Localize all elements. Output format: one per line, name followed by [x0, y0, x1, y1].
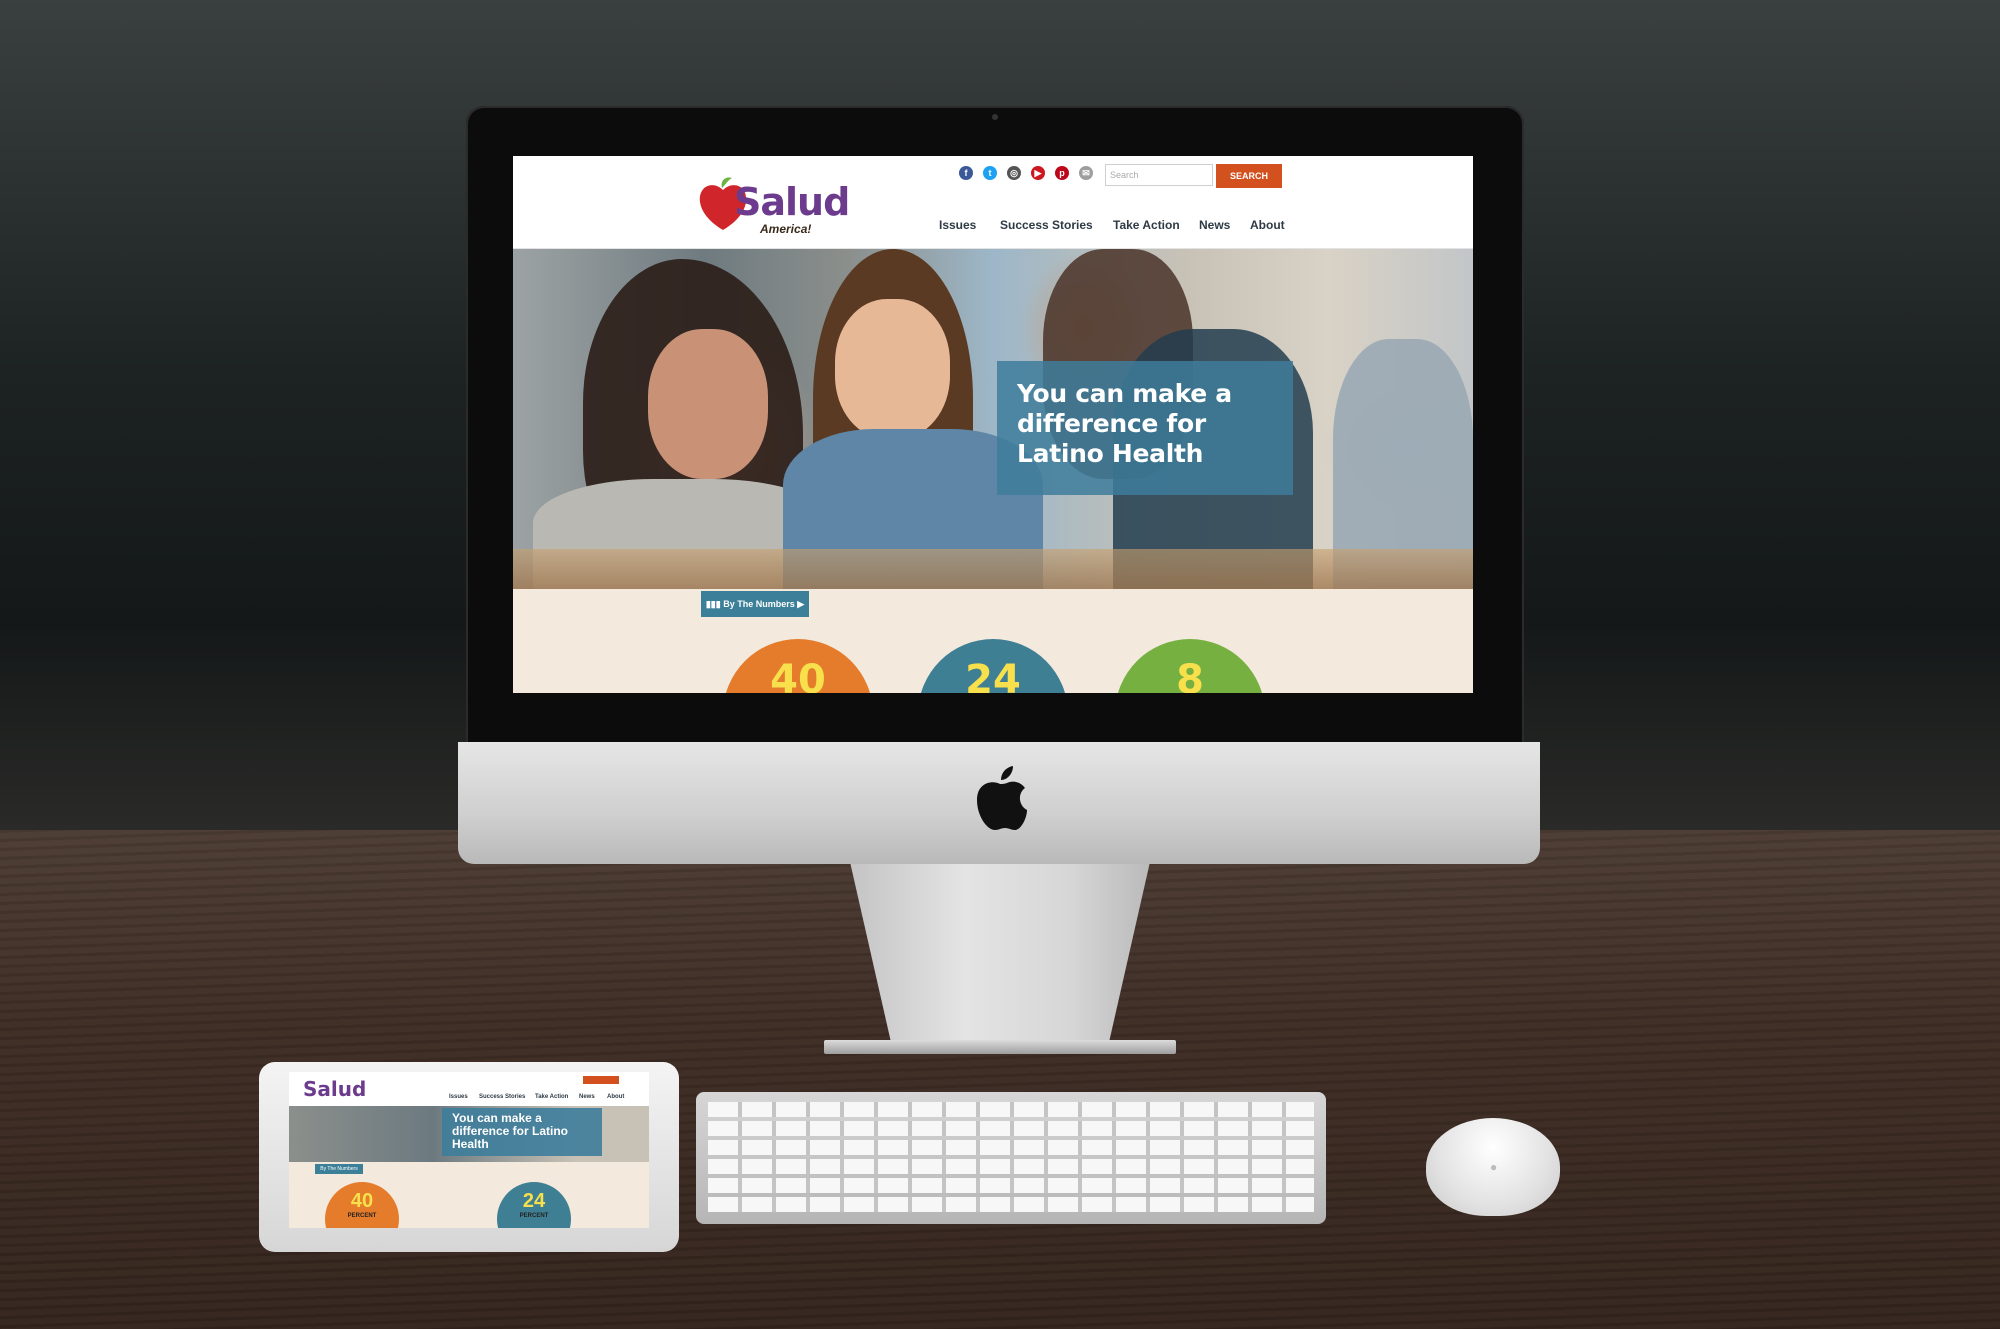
by-the-numbers-label: By The Numbers: [723, 599, 795, 609]
bar-chart-icon: ▮▮▮: [705, 599, 724, 609]
ipad-stat-label: PERCENT: [519, 1213, 549, 1219]
hero-banner: You can make a difference for Latino Hea…: [513, 249, 1473, 589]
ipad-stat-label: PERCENT: [347, 1213, 377, 1219]
email-icon[interactable]: ✉: [1079, 166, 1093, 180]
nav-take-action[interactable]: Take Action: [1113, 218, 1180, 232]
ipad-logo-text[interactable]: Salud: [303, 1077, 366, 1101]
hero-photo-face: [648, 329, 768, 479]
keyboard-keys: [708, 1102, 1314, 1214]
ipad-nav-take-action[interactable]: Take Action: [535, 1094, 568, 1100]
ipad-numbers-section: By The Numbers 40 PERCENT 24 PERCENT: [289, 1162, 649, 1228]
facebook-icon[interactable]: f: [959, 166, 973, 180]
keyboard: [696, 1092, 1326, 1224]
stat-circle[interactable]: 40: [723, 639, 873, 693]
by-the-numbers-section: ▮▮▮ By The Numbers ▶ 40 24 8: [513, 589, 1473, 693]
stat-value: 40: [770, 657, 826, 693]
camera-icon: [992, 114, 998, 120]
hero-photo-face: [835, 299, 950, 439]
by-the-numbers-button[interactable]: ▮▮▮ By The Numbers ▶: [701, 591, 809, 617]
ipad-stat-circle[interactable]: 40 PERCENT: [325, 1182, 399, 1228]
youtube-icon[interactable]: ▶: [1031, 166, 1045, 180]
search-input[interactable]: Search: [1105, 164, 1213, 186]
stat-value: 24: [965, 657, 1021, 693]
imac-screen: Salud America! f t ◎ ▶ p ✉ Search SEARCH…: [513, 156, 1473, 693]
logo-text: Salud: [734, 180, 850, 224]
nav-success-stories[interactable]: Success Stories: [1000, 218, 1093, 232]
imac-stand-base: [824, 1040, 1176, 1054]
hero-headline: You can make a difference for Latino Hea…: [1017, 379, 1232, 468]
hero-headline-box: You can make a difference for Latino Hea…: [997, 361, 1293, 495]
stat-value: 8: [1176, 657, 1204, 693]
instagram-icon[interactable]: ◎: [1007, 166, 1021, 180]
ipad-search-button[interactable]: [583, 1076, 619, 1084]
ipad-stat-value: 40: [350, 1190, 374, 1212]
salud-america-logo[interactable]: Salud America!: [698, 170, 850, 240]
stat-circle[interactable]: 8: [1115, 639, 1265, 693]
site-header: Salud America! f t ◎ ▶ p ✉ Search SEARCH…: [513, 156, 1473, 249]
ipad-screen: Salud Issues Success Stories Take Action…: [289, 1072, 649, 1228]
pinterest-icon[interactable]: p: [1055, 166, 1069, 180]
search-button[interactable]: SEARCH: [1216, 164, 1282, 188]
nav-about[interactable]: About: [1250, 218, 1285, 232]
ipad-stat-value: 24: [522, 1190, 546, 1212]
desk-scene: Salud America! f t ◎ ▶ p ✉ Search SEARCH…: [0, 0, 2000, 1329]
stat-circle[interactable]: 24: [918, 639, 1068, 693]
ipad-nav-about[interactable]: About: [607, 1094, 624, 1100]
nav-issues[interactable]: Issues: [939, 218, 976, 232]
mouse-apple-icon: ●: [1490, 1160, 1498, 1174]
ipad-nav-issues[interactable]: Issues: [449, 1094, 468, 1100]
ipad-stat-circle[interactable]: 24 PERCENT: [497, 1182, 571, 1228]
ipad-nav-news[interactable]: News: [579, 1094, 595, 1100]
hero-photo-table: [513, 549, 1473, 589]
logo-subtext: America!: [760, 222, 812, 236]
ipad-nav-success-stories[interactable]: Success Stories: [479, 1094, 525, 1100]
play-arrow-icon: ▶: [794, 599, 805, 609]
ipad-by-the-numbers-button[interactable]: By The Numbers: [315, 1164, 363, 1174]
ipad-hero-headline: You can make a difference for Latino Hea…: [452, 1111, 569, 1151]
ipad-headline-box: You can make a difference for Latino Hea…: [442, 1108, 602, 1156]
apple-logo-icon: [977, 766, 1027, 830]
twitter-icon[interactable]: t: [983, 166, 997, 180]
nav-news[interactable]: News: [1199, 218, 1230, 232]
